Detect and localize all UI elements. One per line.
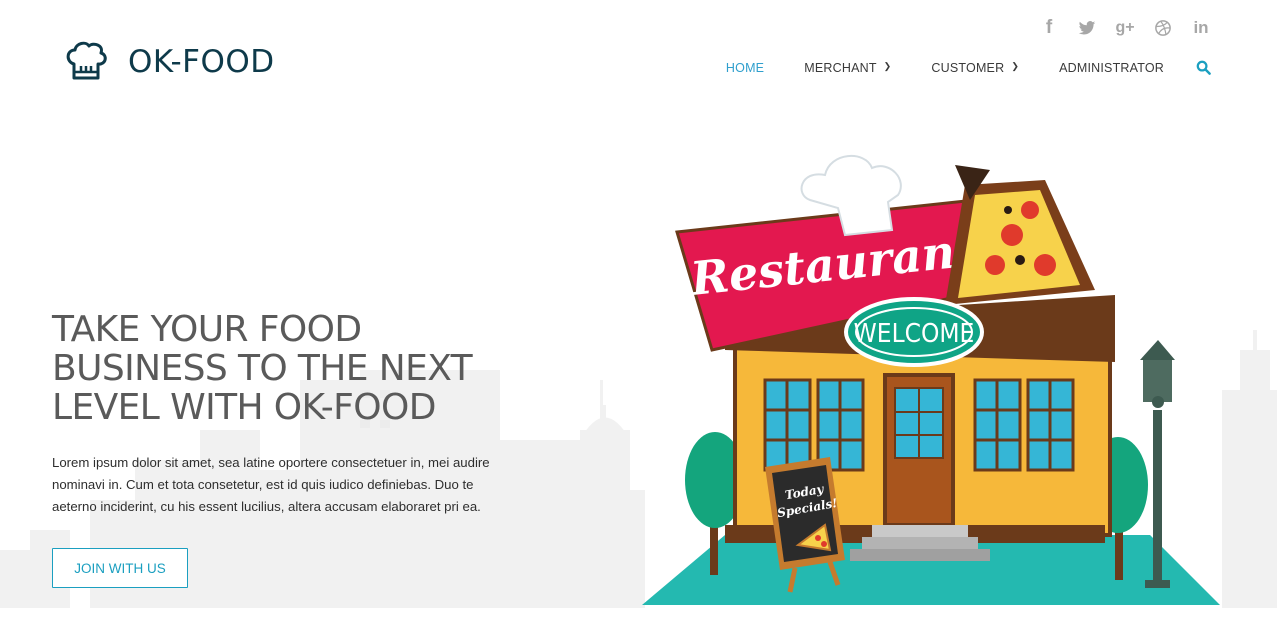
twitter-icon[interactable] <box>1077 18 1097 38</box>
dribbble-icon[interactable] <box>1153 18 1173 38</box>
nav-customer[interactable]: CUSTOMER ❯ <box>931 61 1019 75</box>
join-with-us-button[interactable]: JOIN WITH US <box>52 548 188 588</box>
search-icon[interactable] <box>1196 60 1211 75</box>
linkedin-icon[interactable]: in <box>1191 18 1211 38</box>
chevron-down-icon: ❯ <box>1011 61 1020 71</box>
chef-hat-icon <box>66 41 107 80</box>
hero-description: Lorem ipsum dolor sit amet, sea latine o… <box>52 455 490 514</box>
hero-title: TAKE YOUR FOOD BUSINESS TO THE NEXT LEVE… <box>52 309 473 428</box>
google-plus-icon[interactable]: g+ <box>1115 18 1135 38</box>
nav-home[interactable]: HOME <box>726 61 764 75</box>
hero-section: TAKE YOUR FOOD BUSINESS TO THE NEXT LEVE… <box>0 130 1277 608</box>
restaurant-illustration: Restaurant WELCOME Today Specials! <box>642 154 1220 605</box>
chevron-down-icon: ❯ <box>883 61 892 71</box>
facebook-icon[interactable]: f <box>1039 17 1059 38</box>
brand-name: OK-FOOD <box>128 44 275 80</box>
nav-merchant-label: MERCHANT <box>804 60 877 75</box>
brand-logo[interactable]: OK-FOOD <box>64 40 275 84</box>
nav-customer-label: CUSTOMER <box>931 60 1005 75</box>
social-links: f g+ in <box>1039 17 1211 38</box>
nav-merchant[interactable]: MERCHANT ❯ <box>804 61 891 75</box>
main-nav: HOME MERCHANT ❯ CUSTOMER ❯ ADMINISTRATOR <box>686 60 1211 75</box>
welcome-text: WELCOME <box>854 319 975 349</box>
nav-administrator[interactable]: ADMINISTRATOR <box>1059 61 1164 75</box>
